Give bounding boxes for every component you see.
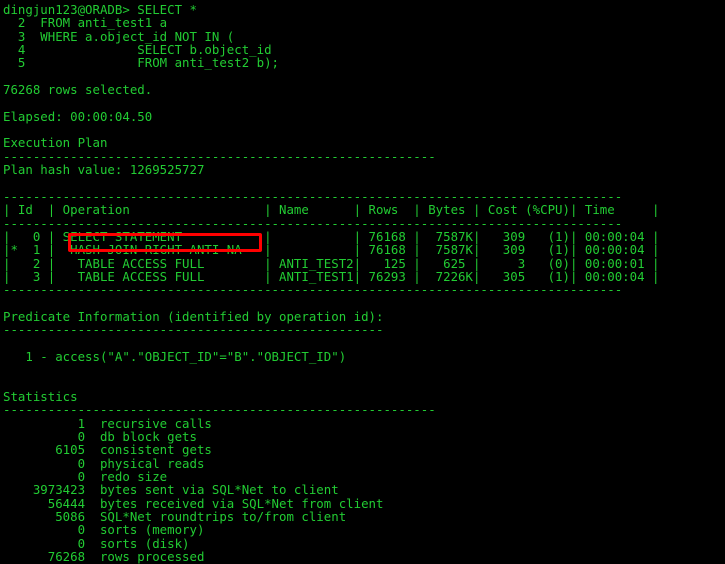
statistics-entry: 1 recursive calls	[3, 415, 212, 431]
plan-table-top-separator: ----------------------------------------…	[3, 188, 623, 204]
plan-table-row: | 2 | TABLE ACCESS FULL | ANTI_TEST2| 12…	[3, 255, 660, 271]
plan-table-header: | Id | Operation | Name | Rows | Bytes |…	[3, 202, 660, 218]
statistics-entry: 6105 consistent gets	[3, 442, 212, 458]
statistics-entry: 0 db block gets	[3, 429, 197, 444]
plan-table-row: | 3 | TABLE ACCESS FULL | ANTI_TEST1| 76…	[3, 268, 660, 284]
terminal-window[interactable]: dingjun123@ORADB> SELECT * 2 FROM anti_t…	[0, 0, 725, 563]
statistics-entry: 56444 bytes received via SQL*Net from cl…	[3, 495, 384, 511]
statistics-entry: 0 physical reads	[3, 455, 205, 471]
predicate-entry: 1 - access("A"."OBJECT_ID"="B"."OBJECT_I…	[3, 348, 347, 364]
sql-line-5: 5 FROM anti_test2 b);	[3, 55, 280, 71]
sql-line-3: 3 WHERE a.object_id NOT IN (	[3, 28, 235, 44]
statistics-separator: ----------------------------------------…	[3, 402, 436, 418]
predicate-information-separator: ----------------------------------------…	[3, 322, 384, 338]
execution-plan-heading: Execution Plan	[3, 135, 108, 151]
sql-line-2: 2 FROM anti_test1 a	[3, 15, 168, 31]
elapsed-time: Elapsed: 00:00:04.50	[3, 108, 153, 124]
statistics-entry: 0 sorts (memory)	[3, 522, 205, 538]
plan-table-header-separator: ----------------------------------------…	[3, 215, 623, 231]
statistics-heading: Statistics	[3, 388, 78, 404]
sql-prompt-line: dingjun123@ORADB> SELECT *	[3, 2, 197, 17]
plan-table-bottom-separator: ----------------------------------------…	[3, 282, 623, 298]
plan-table-row: | 0 | SELECT STATEMENT | | 76168 | 7587K…	[3, 228, 660, 244]
predicate-information-heading: Predicate Information (identified by ope…	[3, 308, 384, 324]
plan-table-row: |* 1 | HASH JOIN RIGHT ANTI NA | | 76168…	[3, 242, 660, 258]
sql-line-4: 4 SELECT b.object_id	[3, 42, 272, 58]
statistics-entry: 0 sorts (disk)	[3, 535, 190, 551]
execution-plan-heading-separator: ----------------------------------------…	[3, 148, 436, 164]
statistics-entry: 3973423 bytes sent via SQL*Net to client	[3, 482, 339, 498]
statistics-entry: 76268 rows processed	[3, 549, 205, 564]
rows-selected-message: 76268 rows selected.	[3, 82, 153, 98]
plan-hash-value: Plan hash value: 1269525727	[3, 162, 205, 178]
statistics-entry: 0 redo size	[3, 469, 168, 485]
statistics-entry: 5086 SQL*Net roundtrips to/from client	[3, 509, 347, 525]
